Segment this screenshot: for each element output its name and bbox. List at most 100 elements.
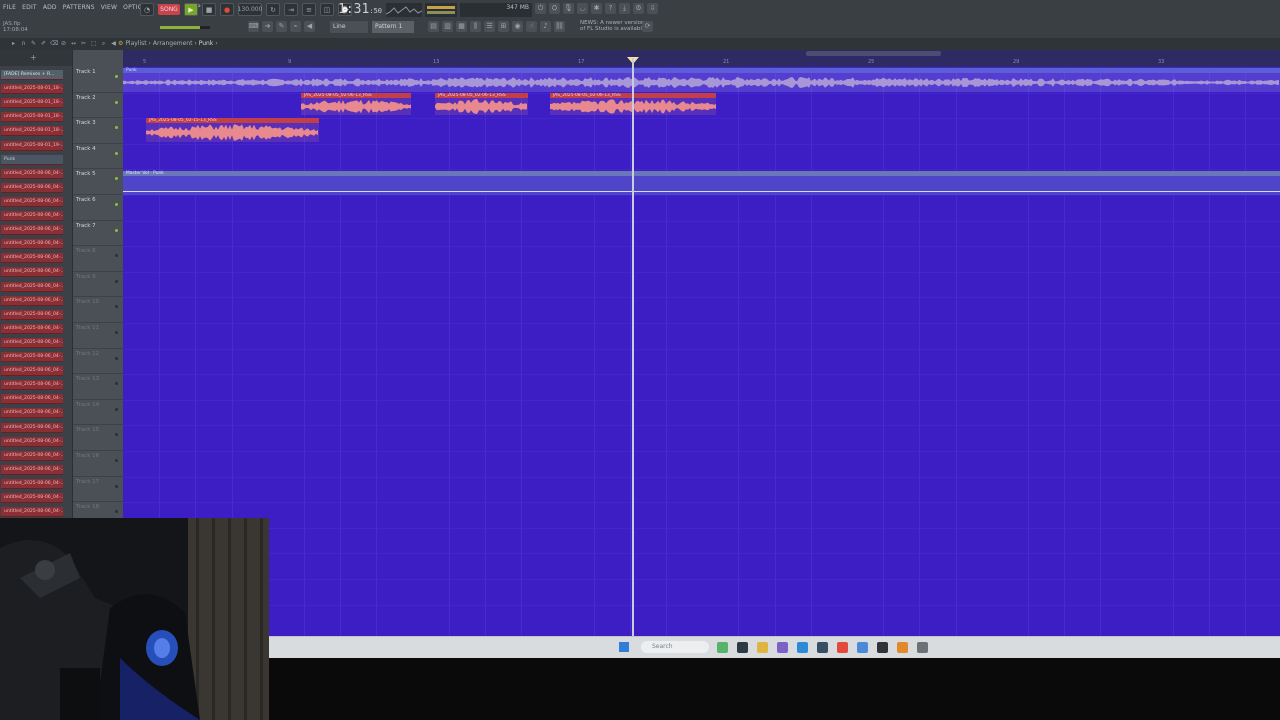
menu-item[interactable]: EDIT (21, 4, 38, 16)
select-tool-icon[interactable]: ⬚ (90, 40, 97, 47)
tempo-tap-icon[interactable]: ♪ (540, 21, 551, 32)
track-header[interactable]: Track 15 (73, 424, 123, 451)
tempo-display[interactable]: 130.000 (238, 3, 262, 16)
audio-clip-full[interactable]: Punk (123, 68, 1280, 92)
mic-icon[interactable]: 🎙 (563, 3, 574, 14)
automation-clip[interactable]: Master Vol · Punk (123, 171, 1280, 195)
edge-icon[interactable] (797, 642, 808, 653)
windows-start-icon[interactable] (619, 642, 629, 652)
pencil-icon[interactable]: ✎ (276, 21, 287, 32)
teams-icon[interactable] (777, 642, 788, 653)
paint-tool-icon[interactable]: ✐ (40, 40, 47, 47)
track-mute-led[interactable] (115, 459, 118, 462)
track-mute-led[interactable] (115, 510, 118, 514)
menu-item[interactable]: ADD (42, 4, 58, 16)
piano-roll-icon[interactable]: ▥ (442, 21, 453, 32)
store-icon[interactable] (817, 642, 828, 653)
browser-item[interactable]: untitled_2025-08-06_04-... (1, 182, 63, 193)
track-header[interactable]: Track 3 (73, 117, 123, 144)
cpu-icon[interactable]: ⏻ (535, 3, 546, 14)
browser-item[interactable]: untitled_2025-08-06_04-... (1, 211, 63, 221)
track-mute-led[interactable] (115, 75, 118, 78)
browser-item[interactable]: untitled_2025-08-06_04-... (1, 352, 63, 362)
pattern-song-toggle[interactable]: SONG (158, 4, 180, 15)
browser-item[interactable]: untitled_2025-08-06_04-... (1, 408, 63, 419)
terminal-icon[interactable] (737, 642, 748, 653)
browser-item[interactable]: untitled_2025-08-06_04-... (1, 478, 63, 489)
mute-tool-icon[interactable]: ⊘ (60, 40, 67, 47)
snap-select[interactable]: Line (330, 21, 368, 33)
brush-icon[interactable]: ⌁ (290, 21, 301, 32)
browser-item[interactable]: untitled_2025-08-06_04-... (1, 309, 63, 320)
settings-app-icon[interactable] (917, 642, 928, 653)
track-header[interactable]: Track 11 (73, 322, 123, 349)
chrome-icon[interactable] (837, 642, 848, 653)
plugin-picker-icon[interactable]: ⊞ (498, 21, 509, 32)
track-mute-led[interactable] (115, 305, 118, 309)
widgets-icon[interactable] (717, 642, 728, 653)
browser-item[interactable]: untitled_2025-08-06_04-... (1, 422, 63, 433)
browser-item[interactable]: untitled_2025-08-06_04-... (1, 196, 63, 207)
fl-studio-icon[interactable] (897, 642, 908, 653)
track-mute-led[interactable] (115, 100, 118, 104)
track-header[interactable]: Track 4 (73, 143, 123, 170)
wait-icon[interactable]: ◫ (320, 3, 334, 16)
menu-arrow-icon[interactable]: ▸ (10, 40, 17, 47)
browser-item[interactable]: untitled_2025-08-06_04-... (1, 337, 63, 348)
channel-rack-icon[interactable]: ▦ (456, 21, 467, 32)
metronome-icon[interactable]: ◔ (140, 3, 154, 16)
delete-tool-icon[interactable]: ⌫ (50, 40, 58, 47)
playhead[interactable] (632, 58, 634, 636)
browser-item[interactable]: [FADE] Remixes + R... (1, 70, 63, 80)
blend-icon[interactable]: ≡ (302, 3, 316, 16)
browser-item[interactable]: untitled_2025-08-06_04-... (1, 436, 63, 447)
track-header[interactable]: Track 5 (73, 168, 123, 195)
arrow-icon[interactable]: ➜ (262, 21, 273, 32)
zoom-tool-icon[interactable]: ⌕ (100, 40, 107, 47)
file-explorer-icon[interactable] (757, 642, 768, 653)
track-header[interactable]: Track 6 (73, 194, 123, 221)
plugin-icon[interactable]: ✱ (591, 3, 602, 14)
track-mute-led[interactable] (115, 254, 118, 258)
audio-clip[interactable]: JAS_2025-08-05_02-15-13_RSS (146, 118, 319, 142)
track-mute-led[interactable] (115, 228, 118, 232)
browser-item[interactable]: untitled_2025-08-06_04-... (1, 380, 63, 391)
song-position-display[interactable]: 1:31:50 (338, 2, 382, 17)
browser-item[interactable]: untitled_2025-08-01_18-... (1, 98, 63, 109)
track-mute-led[interactable] (115, 331, 118, 334)
track-mute-led[interactable] (115, 151, 118, 155)
magnet-icon[interactable]: ∩ (20, 40, 27, 47)
track-header[interactable]: Track 2 (73, 92, 123, 119)
browser-item[interactable]: untitled_2025-08-06_04-... (1, 168, 63, 179)
track-mute-led[interactable] (115, 177, 118, 181)
settings-icon[interactable]: ⚙ (633, 3, 644, 14)
track-header[interactable]: Track 7 (73, 220, 123, 247)
timeline-ruler[interactable]: 59131721252933374145 (123, 50, 1280, 67)
breadcrumb-root[interactable]: Playlist (125, 40, 146, 47)
track-mute-led[interactable] (115, 433, 118, 437)
browser-item[interactable]: untitled_2025-08-06_04-... (1, 507, 63, 518)
browser-item[interactable]: Punk (1, 154, 63, 165)
record-view-icon[interactable]: ◉ (512, 21, 523, 32)
stop-button[interactable]: ■ (202, 3, 216, 16)
slip-tool-icon[interactable]: ↔ (70, 40, 77, 47)
track-header[interactable]: Track 9 (73, 271, 123, 298)
browser-item[interactable]: untitled_2025-08-06_04-... (1, 464, 63, 475)
discord-icon[interactable] (857, 642, 868, 653)
browser-item[interactable]: untitled_2025-08-06_04-... (1, 366, 63, 377)
browser-item[interactable]: untitled_2025-08-06_04-... (1, 281, 63, 292)
audio-clip[interactable]: JAS_2025-08-05_02-06-13_RSS (435, 93, 528, 115)
download-icon[interactable]: ⤓ (619, 3, 630, 14)
breadcrumb-section[interactable]: Arrangement (153, 40, 193, 47)
mixer-icon[interactable]: ⛭ (549, 3, 560, 14)
speaker-icon[interactable]: ◀ (304, 21, 315, 32)
draw-tool-icon[interactable]: ✎ (30, 40, 37, 47)
track-header[interactable]: Track 1 (73, 66, 123, 93)
help-icon[interactable]: ? (605, 3, 616, 14)
slice-tool-icon[interactable]: ✂ (80, 40, 87, 47)
menu-item[interactable]: PATTERNS (62, 4, 96, 16)
export-icon[interactable]: ⇩ (647, 3, 658, 14)
track-mute-led[interactable] (115, 484, 118, 488)
taskbar-search[interactable]: Search (641, 641, 709, 653)
track-header[interactable]: Track 14 (73, 399, 123, 426)
